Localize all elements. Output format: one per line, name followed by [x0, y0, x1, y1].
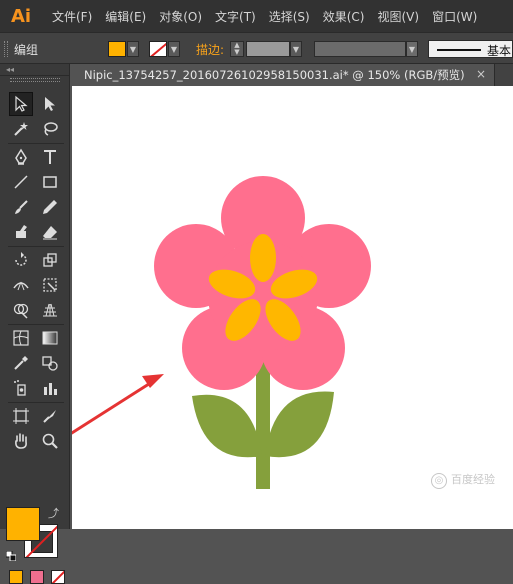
stroke-label[interactable]: 描边: — [196, 41, 224, 58]
pointer-arrow — [72, 374, 164, 435]
watermark: ◎ 百度经验 — [431, 471, 495, 489]
stroke-dropdown-arrow[interactable]: ▼ — [168, 41, 180, 57]
tool-separator — [8, 324, 64, 325]
left-leaf — [192, 394, 262, 458]
rotate-tool-icon[interactable] — [9, 248, 33, 272]
menu-view[interactable]: 视图(V) — [377, 8, 419, 25]
brush-stroke-preview — [437, 49, 481, 51]
pen-tool-icon[interactable] — [9, 145, 33, 169]
stroke-weight-dropdown[interactable]: ▼ — [290, 41, 302, 57]
tools-panel: ◂◂ ⤴ — [0, 64, 70, 584]
right-leaf — [265, 391, 334, 458]
stroke-weight-field[interactable] — [246, 41, 290, 57]
blend-tool-icon[interactable] — [38, 351, 62, 375]
symbol-sprayer-tool-icon[interactable] — [9, 376, 33, 400]
brush-definition[interactable]: 基本 — [428, 40, 513, 58]
control-bar: 编组 ▼ ▼ 描边: ▲ ▼ ▼ ▼ 基本 — [0, 32, 513, 64]
shape-builder-tool-icon[interactable] — [9, 298, 33, 322]
pencil-tool-icon[interactable] — [38, 195, 62, 219]
menu-window[interactable]: 窗口(W) — [432, 8, 477, 25]
eyedropper-tool-icon[interactable] — [9, 351, 33, 375]
slice-tool-icon[interactable] — [38, 404, 62, 428]
lasso-tool-icon[interactable] — [38, 117, 62, 141]
menu-file[interactable]: 文件(F) — [52, 8, 92, 25]
swap-fill-stroke-icon[interactable]: ⤴ — [48, 508, 60, 520]
tools-panel-collapse[interactable]: ◂◂ — [0, 64, 69, 76]
blob-brush-tool-icon[interactable] — [9, 220, 33, 244]
none-mode-button[interactable] — [51, 570, 65, 584]
document-tab-bar: Nipic_13754257_20160726102958150031.ai* … — [72, 64, 513, 86]
variable-width-profile[interactable] — [314, 41, 406, 57]
close-icon[interactable]: × — [476, 67, 486, 81]
paintbrush-tool-icon[interactable] — [9, 195, 33, 219]
gradient-mode-button[interactable] — [30, 570, 44, 584]
stroke-color-swatch[interactable] — [149, 41, 167, 57]
magic-wand-tool-icon[interactable] — [9, 117, 33, 141]
fill-indicator[interactable] — [6, 507, 40, 541]
menu-edit[interactable]: 编辑(E) — [105, 8, 146, 25]
tools-panel-grip[interactable] — [10, 78, 60, 82]
selection-tool-icon[interactable] — [9, 92, 33, 116]
hand-tool-icon[interactable] — [9, 429, 33, 453]
profile-dropdown[interactable]: ▼ — [406, 41, 418, 57]
control-bar-grip[interactable] — [4, 41, 8, 57]
petals — [154, 176, 371, 390]
mesh-tool-icon[interactable] — [9, 326, 33, 350]
type-tool-icon[interactable] — [38, 145, 62, 169]
menu-select[interactable]: 选择(S) — [269, 8, 310, 25]
line-segment-tool-icon[interactable] — [9, 170, 33, 194]
fill-dropdown-arrow[interactable]: ▼ — [127, 41, 139, 57]
document-tab-title: Nipic_13754257_20160726102958150031.ai* … — [84, 68, 465, 82]
scale-tool-icon[interactable] — [38, 248, 62, 272]
artboard-canvas[interactable]: ◎ 百度经验 — [72, 86, 513, 529]
menu-type[interactable]: 文字(T) — [215, 8, 256, 25]
brush-label: 基本 — [487, 44, 512, 58]
eraser-tool-icon[interactable] — [38, 220, 62, 244]
stroke-weight-spinner[interactable]: ▲ ▼ — [230, 41, 244, 57]
artboard-tool-icon[interactable] — [9, 404, 33, 428]
column-graph-tool-icon[interactable] — [38, 376, 62, 400]
color-mode-button[interactable] — [9, 570, 23, 584]
gradient-tool-icon[interactable] — [38, 326, 62, 350]
tool-separator — [8, 143, 64, 144]
fill-color-swatch[interactable] — [108, 41, 126, 57]
document-tab[interactable]: Nipic_13754257_20160726102958150031.ai* … — [72, 64, 495, 86]
app-logo: Ai — [10, 5, 32, 27]
watermark-logo-icon: ◎ — [431, 473, 447, 489]
selection-label: 编组 — [14, 43, 39, 57]
direct-selection-tool-icon[interactable] — [38, 92, 62, 116]
flower-artwork[interactable] — [72, 86, 513, 529]
menu-bar: Ai 文件(F) 编辑(E) 对象(O) 文字(T) 选择(S) 效果(C) 视… — [0, 0, 513, 32]
watermark-text: 百度经验 — [451, 473, 495, 486]
rectangle-tool-icon[interactable] — [38, 170, 62, 194]
perspective-grid-tool-icon[interactable] — [38, 298, 62, 322]
tool-separator — [8, 246, 64, 247]
zoom-tool-icon[interactable] — [38, 429, 62, 453]
tool-separator — [8, 402, 64, 403]
width-tool-icon[interactable] — [9, 273, 33, 297]
menu-effect[interactable]: 效果(C) — [323, 8, 365, 25]
menu-object[interactable]: 对象(O) — [159, 8, 202, 25]
free-transform-tool-icon[interactable] — [38, 273, 62, 297]
default-fill-stroke-icon[interactable] — [5, 550, 17, 562]
